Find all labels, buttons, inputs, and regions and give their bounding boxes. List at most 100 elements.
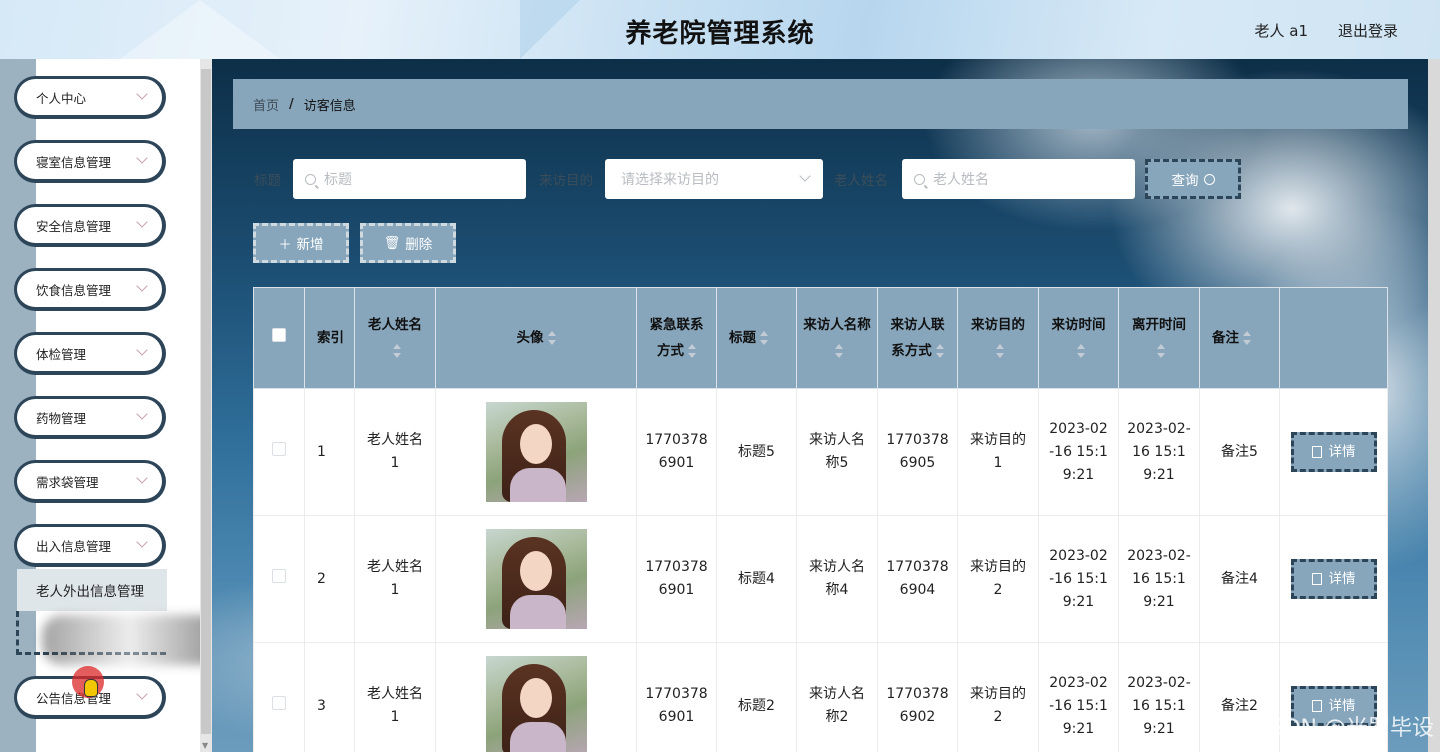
breadcrumb-home[interactable]: 首页 [253, 95, 279, 114]
sort-icon[interactable] [688, 344, 696, 358]
sidebar-subitem-elder-outing[interactable]: 老人外出信息管理 [17, 569, 167, 611]
sort-icon[interactable] [547, 331, 556, 345]
delete-button[interactable]: 🗑 删除 [360, 223, 456, 263]
table-row: 3 老人姓名1 17703786901 标题2 来访人名称2 177037869… [253, 642, 1388, 752]
actions-cell: 详情 [1279, 388, 1388, 516]
sidebar-item-personal-center[interactable]: 个人中心 [14, 76, 166, 119]
title-filter-label: 标题 [254, 173, 281, 189]
chevron-down-icon [136, 88, 148, 100]
col-title[interactable]: 标题 [716, 287, 797, 389]
breadcrumb: 首页 / 访客信息 [233, 79, 1408, 129]
delete-button-label: 删除 [405, 237, 433, 253]
sidebar-item-needs[interactable]: 需求袋管理 [14, 460, 166, 503]
title-cell: 标题2 [716, 642, 797, 752]
col-visitor-name[interactable]: 来访人名称 [796, 287, 878, 389]
sort-icon[interactable] [1243, 331, 1251, 345]
scroll-down-icon[interactable]: ▼ [202, 741, 208, 750]
row-checkbox[interactable] [272, 695, 286, 710]
title-search-input[interactable]: 标题 [293, 159, 526, 199]
sort-icon[interactable] [760, 331, 768, 345]
sidebar-subitem-label: 老人外出信息管理 [36, 584, 144, 600]
query-button[interactable]: 查询 [1145, 159, 1241, 199]
row-select-cell [253, 515, 305, 643]
leave-time-cell: 2023-02-16 15:19:21 [1118, 515, 1200, 643]
app-title: 养老院管理系统 [625, 19, 815, 49]
add-button-label: 新增 [296, 237, 324, 253]
detail-button-label: 详情 [1328, 443, 1356, 460]
elder-name-search-input[interactable]: 老人姓名 [902, 159, 1135, 199]
sidebar-item-dorm[interactable]: 寝室信息管理 [14, 140, 166, 183]
col-purpose[interactable]: 来访目的 [957, 287, 1039, 389]
remark-cell: 备注4 [1199, 515, 1280, 643]
sidebar-scrollbar[interactable]: ▼ [200, 59, 212, 752]
col-purpose-label: 来访目的 [971, 317, 1025, 333]
index-cell: 2 [304, 515, 355, 643]
col-index-label: 索引 [317, 330, 344, 346]
sort-icon[interactable] [996, 344, 1004, 358]
col-visitor-phone[interactable]: 来访人联系方式 [877, 287, 958, 389]
emergency-phone-cell: 17703786901 [636, 515, 717, 643]
hand-cursor-icon [84, 679, 98, 697]
sidebar-item-medicine[interactable]: 药物管理 [14, 396, 166, 439]
sidebar-item-label: 需求袋管理 [36, 474, 99, 490]
add-button[interactable]: ＋ 新增 [253, 223, 349, 263]
detail-button[interactable]: 详情 [1290, 559, 1377, 599]
visitor-phone-cell: 17703786905 [877, 388, 958, 516]
col-remark[interactable]: 备注 [1199, 287, 1280, 389]
index-cell: 3 [304, 642, 355, 752]
search-icon [1203, 173, 1215, 185]
document-icon [1311, 573, 1322, 585]
col-emergency-phone[interactable]: 紧急联系方式 [636, 287, 717, 389]
current-user: 老人 a1 [1254, 22, 1308, 40]
purpose-select[interactable]: 请选择来访目的 [605, 159, 823, 199]
chevron-down-icon [136, 344, 148, 356]
elder-name-cell: 老人姓名1 [354, 388, 436, 516]
col-visit-time-label: 来访时间 [1051, 317, 1106, 333]
chevron-down-icon [136, 472, 148, 484]
sort-icon[interactable] [1157, 344, 1165, 358]
table-header-row: 索引 老人姓名 头像 紧急联系方式 标题 来访人名称 来访人联系方式 来访目的 … [253, 287, 1388, 389]
sort-icon[interactable] [393, 344, 401, 358]
col-elder-name[interactable]: 老人姓名 [354, 287, 436, 389]
visitor-phone-cell: 17703786902 [877, 642, 958, 752]
sidebar-item-label: 寝室信息管理 [36, 154, 112, 170]
table-row: 1 老人姓名1 17703786901 标题5 来访人名称5 177037869… [253, 388, 1388, 516]
select-all-cell [253, 287, 305, 389]
col-avatar-label: 头像 [516, 330, 544, 346]
sidebar-item-checkup[interactable]: 体检管理 [14, 332, 166, 375]
sidebar-item-diet[interactable]: 饮食信息管理 [14, 268, 166, 311]
select-all-checkbox[interactable] [272, 328, 286, 342]
detail-button[interactable]: 详情 [1290, 432, 1377, 472]
avatar-cell [435, 515, 637, 643]
sidebar-item-label: 体检管理 [36, 346, 87, 362]
breadcrumb-current: 访客信息 [303, 98, 356, 114]
purpose-cell: 来访目的2 [957, 515, 1039, 643]
sidebar-item-safety[interactable]: 安全信息管理 [14, 204, 166, 247]
purpose-cell: 来访目的2 [957, 642, 1039, 752]
row-select-cell [253, 642, 305, 752]
col-visit-time[interactable]: 来访时间 [1038, 287, 1119, 389]
sort-icon[interactable] [835, 344, 843, 358]
sidebar-item-access[interactable]: 出入信息管理 [14, 524, 166, 567]
row-checkbox[interactable] [272, 441, 286, 456]
visit-time-cell: 2023-02-16 15:19:21 [1038, 515, 1119, 643]
row-checkbox[interactable] [272, 568, 286, 583]
avatar-cell [435, 642, 637, 752]
col-title-label: 标题 [729, 330, 756, 346]
col-leave-time-label: 离开时间 [1132, 317, 1186, 333]
main-scrollbar[interactable] [1428, 59, 1440, 752]
col-leave-time[interactable]: 离开时间 [1118, 287, 1200, 389]
scrollbar-thumb[interactable] [201, 69, 211, 734]
emergency-phone-cell: 17703786901 [636, 388, 717, 516]
logout-link[interactable]: 退出登录 [1338, 20, 1398, 41]
watermark: CSDN @米罗毕设 [1254, 716, 1434, 741]
title-cell: 标题5 [716, 388, 797, 516]
elder-placeholder: 老人姓名 [933, 172, 989, 188]
visit-time-cell: 2023-02-16 15:19:21 [1038, 388, 1119, 516]
search-icon [305, 173, 316, 185]
sidebar-item-label: 出入信息管理 [36, 538, 112, 554]
row-select-cell [253, 388, 305, 516]
sort-icon[interactable] [1076, 344, 1085, 358]
sort-icon[interactable] [935, 344, 944, 358]
col-avatar[interactable]: 头像 [435, 287, 637, 389]
